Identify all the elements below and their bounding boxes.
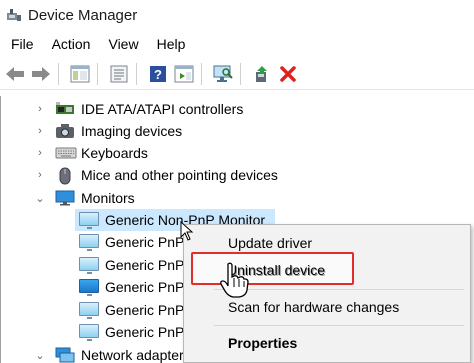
show-hidden-icon xyxy=(174,65,194,82)
toolbar: ? xyxy=(0,58,474,90)
forward-button[interactable] xyxy=(30,63,52,85)
properties-icon xyxy=(110,65,128,82)
tree-item-network-adapters[interactable]: ⌄ Network adapters xyxy=(33,344,191,363)
back-button[interactable] xyxy=(4,63,26,85)
network-adapter-icon xyxy=(55,347,75,363)
window-title: Device Manager xyxy=(28,6,138,24)
tree-item-keyboards[interactable]: › Keyboards xyxy=(33,142,148,164)
monitor-icon xyxy=(55,190,75,206)
tree-item-label: Imaging devices xyxy=(81,123,183,139)
chevron-right-icon[interactable]: › xyxy=(33,120,47,142)
mouse-pointer-arrow-icon xyxy=(180,220,194,246)
monitor-icon xyxy=(79,324,99,341)
title-bar: Device Manager xyxy=(0,0,474,30)
forward-arrow-icon xyxy=(32,66,50,81)
tree-item-label: IDE ATA/ATAPI controllers xyxy=(81,101,244,117)
enable-device-button[interactable] xyxy=(251,63,273,85)
monitor-icon xyxy=(79,234,99,251)
tree-item-label: Network adapters xyxy=(81,347,191,363)
tree-item-label: Mice and other pointing devices xyxy=(81,167,278,183)
hand-pointer-cursor-icon xyxy=(219,262,249,303)
monitor-icon xyxy=(79,212,99,229)
enable-device-icon xyxy=(256,65,267,82)
help-icon: ? xyxy=(150,65,166,82)
tree-item-label: Monitors xyxy=(81,190,135,206)
toolbar-separator xyxy=(240,62,241,85)
chevron-down-icon[interactable]: ⌄ xyxy=(33,344,47,363)
toolbar-separator xyxy=(201,62,202,85)
show-hidden-button[interactable] xyxy=(173,63,195,85)
tree-item-monitor-generic-pnp[interactable]: Generic PnP xyxy=(75,321,184,343)
monitor-icon xyxy=(79,302,99,319)
monitor-icon xyxy=(79,257,99,274)
tree-item-label: Generic PnP xyxy=(105,324,185,340)
context-menu-separator xyxy=(214,325,464,326)
tree-item-monitor-generic-pnp[interactable]: Generic PnP xyxy=(75,231,184,253)
tree-item-label: Generic PnP xyxy=(105,257,185,273)
context-menu-scan-hardware[interactable]: Scan for hardware changes xyxy=(228,299,399,315)
mouse-icon xyxy=(55,167,75,185)
properties-button[interactable] xyxy=(108,63,130,85)
keyboard-icon xyxy=(55,145,77,161)
camera-icon xyxy=(55,123,75,139)
context-menu-update-driver[interactable]: Update driver xyxy=(228,235,312,251)
tree-item-label: Keyboards xyxy=(81,145,148,161)
chevron-down-icon[interactable]: ⌄ xyxy=(33,187,47,209)
toolbar-separator xyxy=(136,62,137,85)
chevron-right-icon[interactable]: › xyxy=(33,142,47,164)
uninstall-x-icon xyxy=(280,65,296,82)
tree-item-monitor-generic-pnp[interactable]: Generic PnP xyxy=(75,299,184,321)
ide-controller-icon xyxy=(55,101,75,117)
uninstall-button[interactable] xyxy=(277,63,299,85)
menu-view[interactable]: View xyxy=(101,36,145,52)
menu-bar: File Action View Help xyxy=(0,32,474,56)
scan-hardware-icon xyxy=(213,65,233,82)
menu-help[interactable]: Help xyxy=(150,36,193,52)
tree-item-mice[interactable]: › Mice and other pointing devices xyxy=(33,164,278,186)
device-manager-app-icon xyxy=(6,7,22,23)
menu-file[interactable]: File xyxy=(4,36,41,52)
chevron-right-icon[interactable]: › xyxy=(33,98,47,120)
tree-item-monitor-generic-pnp[interactable]: Generic PnP xyxy=(75,254,184,276)
menu-action[interactable]: Action xyxy=(45,36,98,52)
tree-item-ide-controllers[interactable]: › IDE ATA/ATAPI controllers xyxy=(33,98,243,120)
show-hide-tree-button[interactable] xyxy=(69,63,91,85)
monitor-icon xyxy=(79,279,99,296)
chevron-right-icon[interactable]: › xyxy=(33,164,47,186)
context-menu-properties[interactable]: Properties xyxy=(228,335,297,351)
tree-item-monitors[interactable]: ⌄ Monitors xyxy=(33,187,135,209)
svg-text:?: ? xyxy=(154,67,162,82)
help-button[interactable]: ? xyxy=(147,63,169,85)
tree-item-label: Generic PnP xyxy=(105,279,185,295)
context-menu-separator xyxy=(214,289,464,290)
console-tree-icon xyxy=(70,65,90,82)
toolbar-separator xyxy=(58,62,59,85)
back-arrow-icon xyxy=(6,66,24,81)
toolbar-separator xyxy=(97,62,98,85)
tree-item-imaging-devices[interactable]: › Imaging devices xyxy=(33,120,182,142)
tree-item-monitor-generic-pnp[interactable]: Generic PnP xyxy=(75,276,184,298)
tree-item-label: Generic PnP xyxy=(105,234,185,250)
scan-hardware-button[interactable] xyxy=(212,63,234,85)
tree-item-label: Generic PnP xyxy=(105,302,185,318)
